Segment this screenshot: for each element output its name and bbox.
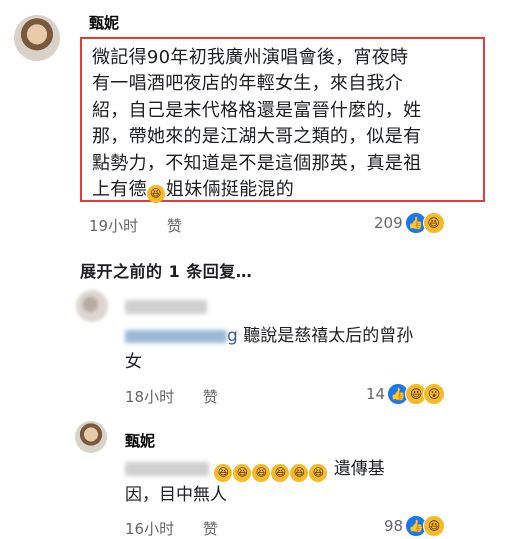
- comment-time: 19小时: [89, 217, 139, 235]
- like-button[interactable]: 赞: [167, 217, 182, 235]
- wow-reaction-icon: 😮: [423, 383, 446, 405]
- rolling-laugh-emoji-icon: 😆: [271, 464, 290, 482]
- avatar-zhenni[interactable]: [75, 421, 107, 453]
- rolling-laugh-emoji-icon: 😆: [146, 185, 165, 204]
- reaction-summary[interactable]: 98 👍 😆: [384, 515, 446, 537]
- expand-replies-link[interactable]: 展开之前的 1 条回复…: [80, 258, 252, 282]
- comment-line: 那，帶她來的是江湖大哥之類的，似是有: [92, 126, 422, 148]
- comment-body: 微記得90年初我廣州演唱會後，宵夜時 有一唱酒吧夜店的年輕女生，來自我介 紹，自…: [92, 45, 480, 204]
- rolling-laugh-emoji-icon: 😆: [309, 464, 328, 482]
- like-button[interactable]: 赞: [203, 520, 218, 538]
- reply-meta: 18小时 赞: [125, 386, 242, 407]
- reply-author[interactable]: 甄妮: [125, 430, 155, 451]
- reaction-count: 14: [366, 385, 386, 403]
- reply-author-blurred[interactable]: [125, 296, 207, 315]
- reply-body: g 聽說是慈禧太后的曾孙 女: [125, 326, 414, 372]
- comment-line: 紹，自己是末代格格還是富晉什麼的，姓: [92, 99, 422, 121]
- mention-tail[interactable]: g: [227, 326, 238, 346]
- reply-body: 😆 😆 😆 😆 😆 😆 遺傳基 因，目中無人: [125, 459, 385, 505]
- reaction-summary[interactable]: 209 👍 😆: [374, 212, 445, 234]
- comment-line: 點勢力，不知道是不是這個那英，真是祖: [92, 152, 422, 174]
- blurred-name: [125, 299, 207, 314]
- reaction-count: 98: [384, 517, 404, 535]
- comment-line-last: 上有德 😆 姐妹倆挺能混的: [92, 177, 480, 204]
- reaction-summary[interactable]: 14 👍 😆 😮: [366, 383, 446, 405]
- comment-author[interactable]: 甄妮: [89, 12, 119, 33]
- blurred-mention[interactable]: [125, 329, 227, 343]
- reply-time: 18小时: [125, 388, 175, 406]
- haha-reaction-icon: 😆: [423, 515, 446, 537]
- reaction-count: 209: [374, 214, 403, 232]
- haha-reaction-icon: 😆: [422, 212, 445, 234]
- rolling-laugh-emoji-icon: 😆: [233, 464, 252, 482]
- like-button[interactable]: 赞: [203, 388, 218, 406]
- rolling-laugh-emoji-icon: 😆: [214, 464, 233, 482]
- comment-meta: 19小时 赞: [89, 215, 206, 236]
- avatar-blurred[interactable]: [76, 290, 108, 322]
- reply-time: 16小时: [125, 520, 175, 538]
- avatar-zhenni[interactable]: [14, 15, 60, 61]
- blurred-mention[interactable]: [125, 462, 209, 476]
- comment-line: 微記得90年初我廣州演唱會後，宵夜時: [92, 47, 409, 68]
- comment-line: 有一唱酒吧夜店的年輕女生，來自我介: [92, 73, 404, 95]
- rolling-laugh-emoji-icon: 😆: [290, 464, 309, 482]
- rolling-laugh-emoji-icon: 😆: [252, 464, 271, 482]
